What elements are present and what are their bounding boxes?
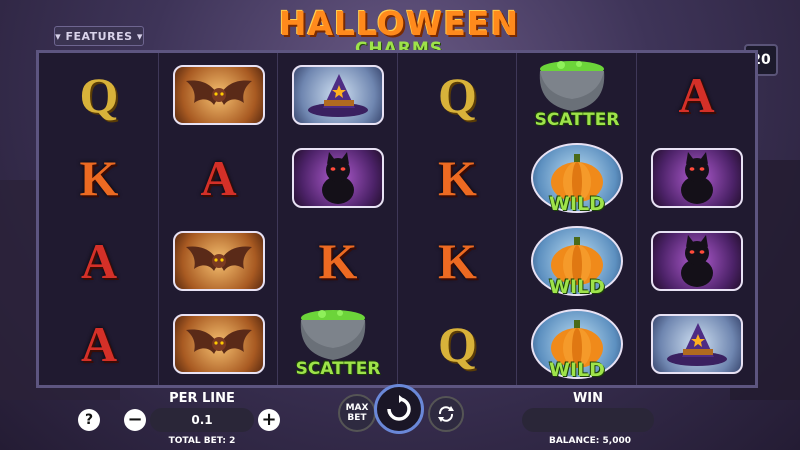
reel-3: K SCATTER (278, 53, 398, 385)
help-button[interactable]: ? (78, 409, 100, 431)
reel-4: QKKQ (398, 53, 518, 385)
symbol-cell: Q (39, 53, 159, 136)
per-line-label: PER LINE (169, 391, 235, 406)
symbol-cell (637, 302, 757, 385)
cat-icon (650, 230, 743, 291)
symbol-cell: K (398, 136, 518, 219)
symbol-cell: SCATTER (278, 302, 398, 385)
hat-icon (292, 64, 384, 125)
symbol-cell: WILD (517, 136, 637, 219)
symbol-cell (159, 302, 279, 385)
reel-2: A (159, 53, 279, 385)
symbol-cell: A (637, 53, 757, 136)
symbol-cell (278, 136, 398, 219)
symbol-q: Q (438, 66, 477, 123)
reel-6: A (637, 53, 756, 385)
reel-grid: Q K A A A K SCATTER Q K K Q SCATTER WILD WILD WILD A (36, 50, 758, 388)
reel-5: SCATTER WILD WILD WILD (517, 53, 637, 385)
symbol-cell: A (39, 219, 159, 302)
cat-icon (292, 147, 384, 208)
wild-label: WILD (549, 193, 605, 215)
symbol-q: Q (79, 66, 119, 123)
balance-text: BALANCE: 5,000 (548, 436, 631, 446)
wild-label: WILD (549, 359, 605, 381)
win-label: WIN (572, 391, 604, 406)
symbol-cell: Q (398, 53, 518, 136)
increase-bet-button[interactable]: + (258, 409, 280, 431)
hat-icon (650, 313, 743, 374)
cat-icon (650, 147, 743, 208)
symbol-cell: K (278, 219, 398, 302)
spin-icon (387, 395, 411, 421)
symbol-cell: Q (398, 302, 518, 385)
symbol-a: A (80, 232, 118, 289)
autoplay-icon (438, 406, 454, 422)
symbol-a: A (80, 315, 118, 372)
bat-icon (172, 313, 265, 374)
reel-1: QKAA (39, 53, 159, 385)
symbol-k: K (438, 232, 477, 289)
per-line-value: 0.1 (150, 408, 254, 432)
symbol-cell: SCATTER (517, 53, 637, 136)
logo-title: HALLOWEEN (278, 4, 520, 43)
symbol-cell: WILD (517, 302, 637, 385)
symbol-cell (159, 219, 279, 302)
symbol-cell: K (39, 136, 159, 219)
symbol-k: K (438, 149, 477, 206)
symbol-cell: WILD (517, 219, 637, 302)
win-display (522, 408, 654, 432)
autoplay-button[interactable] (428, 396, 464, 432)
symbol-cell: A (39, 302, 159, 385)
symbol-cell: K (398, 219, 518, 302)
symbol-cell (278, 53, 398, 136)
symbol-q: Q (438, 315, 477, 372)
max-bet-button[interactable]: MAX BET (338, 394, 376, 432)
symbol-cell (637, 136, 757, 219)
scatter-label: SCATTER (295, 359, 381, 379)
symbol-cell (159, 53, 279, 136)
decrease-bet-button[interactable]: − (124, 409, 146, 431)
spin-button[interactable] (374, 384, 424, 434)
features-button[interactable]: ▾ FEATURES ▾ (54, 26, 144, 46)
bat-icon (172, 64, 265, 125)
symbol-a: A (678, 66, 715, 123)
scatter-label: SCATTER (534, 110, 620, 130)
bat-icon (172, 230, 265, 291)
symbol-cell (637, 219, 757, 302)
symbol-cell: A (159, 136, 279, 219)
symbol-a: A (200, 149, 237, 206)
total-bet-text: TOTAL BET: 2 (168, 436, 236, 446)
symbol-k: K (79, 149, 119, 206)
symbol-k: K (318, 232, 358, 289)
wild-label: WILD (549, 276, 605, 298)
